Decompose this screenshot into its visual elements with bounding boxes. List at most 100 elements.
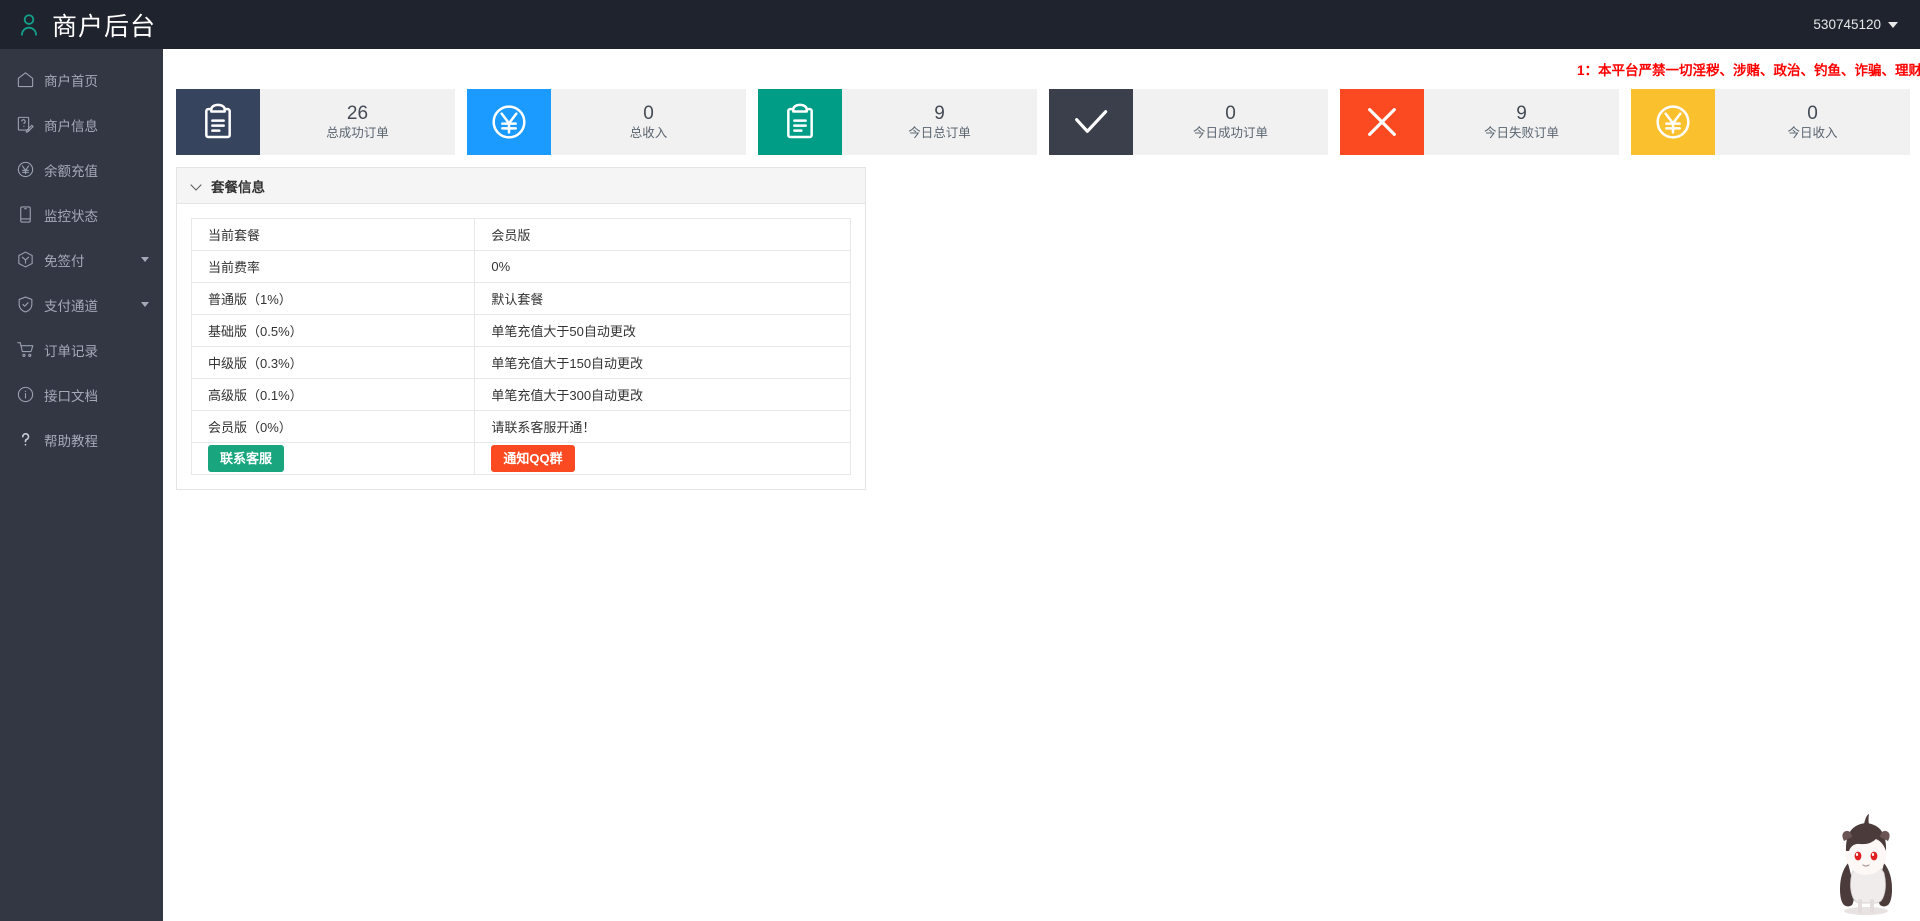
package-info-table: 当前套餐 会员版 当前费率 0% 普通版（1%） 默认套餐 [191,218,851,475]
row-key: 当前费率 [192,251,475,283]
sidebar-item-monitor-status[interactable]: 监控状态 [0,192,163,237]
account-id: 530745120 [1813,17,1881,32]
info-circle-icon [16,385,35,404]
stat-card-body: 0 今日成功订单 [1133,89,1328,155]
stat-card-total-success-orders[interactable]: 26 总成功订单 [176,89,455,155]
stat-value: 26 [347,104,368,125]
table-row: 普通版（1%） 默认套餐 [192,283,851,315]
sidebar: 商户首页 商户信息 [0,49,163,921]
table-row: 当前费率 0% [192,251,851,283]
contact-support-button[interactable]: 联系客服 [208,445,284,473]
cart-icon [16,340,35,359]
sidebar-item-label: 商户首页 [44,70,98,90]
stat-card-body: 0 总收入 [551,89,746,155]
chibi-girl-mascot-icon [1818,811,1914,919]
stat-value: 9 [1516,104,1527,125]
sidebar-item-label: 余额充值 [44,160,98,180]
package-info-panel-header[interactable]: 套餐信息 [177,168,865,204]
stat-caption: 总收入 [630,127,668,141]
sidebar-item-label: 接口文档 [44,385,98,405]
sidebar-item-api-docs[interactable]: 接口文档 [0,372,163,417]
stat-value: 9 [934,104,945,125]
sidebar-item-merchant-info[interactable]: 商户信息 [0,102,163,147]
stat-card-total-income[interactable]: 0 总收入 [467,89,746,155]
row-key: 会员版（0%） [192,411,475,443]
stat-card-today-success-orders[interactable]: 0 今日成功订单 [1049,89,1328,155]
mobile-icon [16,205,35,224]
notice-text: 1：本平台严禁一切淫秽、涉赌、政治、钓鱼、诈骗、理财、借贷、封建迷信等非法网站接… [1577,59,1920,79]
package-info-panel: 套餐信息 当前套餐 会员版 当前费率 0% [176,167,866,490]
account-menu[interactable]: 530745120 [1813,17,1920,32]
stat-caption: 今日失败订单 [1484,127,1559,141]
row-key: 普通版（1%） [192,283,475,315]
package-info-panel-body: 当前套餐 会员版 当前费率 0% 普通版（1%） 默认套餐 [177,204,865,489]
sidebar-item-order-records[interactable]: 订单记录 [0,327,163,372]
table-row: 当前套餐 会员版 [192,219,851,251]
sidebar-item-label: 支付通道 [44,295,98,315]
stat-caption: 今日总订单 [908,127,971,141]
row-key: 中级版（0.3%） [192,347,475,379]
stat-value: 0 [1225,104,1236,125]
app-root: 商户后台 530745120 商户首页 [0,0,1920,921]
row-value: 默认套餐 [475,283,851,315]
app-title: 商户后台 [52,7,156,43]
check-icon [1049,89,1133,155]
sidebar-item-label: 商户信息 [44,115,98,135]
profile-card-icon [16,115,35,134]
yen-circle-icon [16,160,35,179]
table-row-actions: 联系客服 通知QQ群 [192,443,851,475]
cross-icon [1340,89,1424,155]
row-value: 会员版 [475,219,851,251]
table-row: 中级版（0.3%） 单笔充值大于150自动更改 [192,347,851,379]
stat-card-body: 9 今日失败订单 [1424,89,1619,155]
row-value: 单笔充值大于50自动更改 [475,315,851,347]
row-value: 请联系客服开通！ [475,411,851,443]
stat-card-today-income[interactable]: 0 今日收入 [1631,89,1910,155]
sidebar-item-label: 免签付 [44,250,85,270]
brand: 商户后台 [0,7,156,43]
chevron-down-icon [141,257,149,262]
clipboard-icon [758,89,842,155]
stat-card-body: 26 总成功订单 [260,89,455,155]
yen-circle-icon [1631,89,1715,155]
top-bar: 商户后台 530745120 [0,0,1920,49]
stat-cards: 26 总成功订单 0 总收入 [176,89,1920,155]
stat-caption: 今日成功订单 [1193,127,1268,141]
sidebar-item-label: 监控状态 [44,205,98,225]
question-mark-icon [16,430,35,449]
body-row: 商户首页 商户信息 [0,49,1920,921]
main-content: 1：本平台严禁一切淫秽、涉赌、政治、钓鱼、诈骗、理财、借贷、封建迷信等非法网站接… [163,49,1920,921]
notice-bar: 1：本平台严禁一切淫秽、涉赌、政治、钓鱼、诈骗、理财、借贷、封建迷信等非法网站接… [163,49,1920,89]
sidebar-item-merchant-home[interactable]: 商户首页 [0,57,163,102]
yen-circle-icon [467,89,551,155]
stat-value: 0 [643,104,654,125]
table-row: 会员版（0%） 请联系客服开通！ [192,411,851,443]
stat-caption: 今日收入 [1787,127,1837,141]
notify-qq-group-button[interactable]: 通知QQ群 [491,445,574,473]
stat-card-today-failed-orders[interactable]: 9 今日失败订单 [1340,89,1619,155]
sidebar-item-label: 订单记录 [44,340,98,360]
sidebar-item-balance-recharge[interactable]: 余额充值 [0,147,163,192]
chevron-down-icon [141,302,149,307]
stat-caption: 总成功订单 [326,127,389,141]
sidebar-item-signless-pay[interactable]: 免签付 [0,237,163,282]
row-value: 单笔充值大于300自动更改 [475,379,851,411]
stat-card-today-total-orders[interactable]: 9 今日总订单 [758,89,1037,155]
cube-icon [16,250,35,269]
sidebar-item-help-tutorial[interactable]: 帮助教程 [0,417,163,462]
row-key: 基础版（0.5%） [192,315,475,347]
chevron-down-icon[interactable] [191,180,202,191]
row-key: 高级版（0.1%） [192,379,475,411]
table-row: 高级版（0.1%） 单笔充值大于300自动更改 [192,379,851,411]
row-value: 单笔充值大于150自动更改 [475,347,851,379]
row-value: 0% [475,251,851,283]
user-icon [16,12,42,38]
clipboard-icon [176,89,260,155]
sidebar-item-payment-channel[interactable]: 支付通道 [0,282,163,327]
caret-down-icon [1888,22,1898,28]
panel-title: 套餐信息 [211,176,265,196]
stat-card-body: 0 今日收入 [1715,89,1910,155]
stat-card-body: 9 今日总订单 [842,89,1037,155]
stat-value: 0 [1807,104,1818,125]
table-row: 基础版（0.5%） 单笔充值大于50自动更改 [192,315,851,347]
